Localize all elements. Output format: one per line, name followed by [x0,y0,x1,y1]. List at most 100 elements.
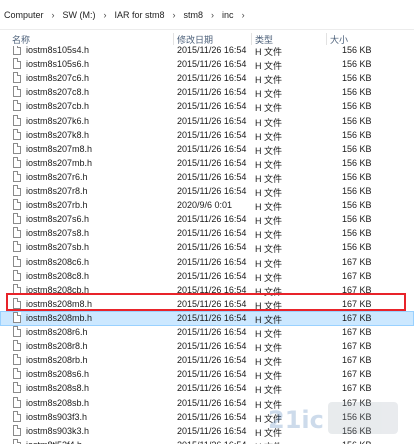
file-row[interactable]: iostm8s207m8.h 2015/11/26 16:54 H 文件 156 KB [0,142,414,157]
breadcrumb-item-inc[interactable]: inc [222,10,234,20]
file-type: H 文件 [255,343,283,354]
file-row[interactable]: iostm8s105s6.h 2015/11/26 16:54 H 文件 156 KB [0,57,414,72]
file-type: H 文件 [255,216,283,227]
file-name: iostm8s105s4.h [26,46,90,55]
breadcrumb-item-drive[interactable]: SW (M:) [63,10,96,20]
breadcrumb-item-computer[interactable]: Computer [4,10,44,20]
column-divider[interactable] [173,33,174,45]
file-row[interactable]: iostm8s207rb.h 2020/9/6 0:01 H 文件 156 KB [0,198,414,213]
file-row[interactable]: iostm8tl52f4.h 2015/11/26 16:54 H 文件 156 KB [0,438,414,444]
file-icon [13,340,21,352]
file-type: H 文件 [255,258,283,269]
file-name: iostm8s207sb.h [26,242,90,253]
file-row[interactable]: iostm8s207s6.h 2015/11/26 16:54 H 文件 156 KB [0,212,414,227]
file-type: H 文件 [255,329,283,339]
file-size: 156 KB [342,115,372,126]
file-row[interactable]: iostm8s208s6.h 2015/11/26 16:54 H 文件 167 KB [0,367,414,382]
file-name: iostm8s208s8.h [26,383,90,394]
file-icon [13,58,21,70]
file-row-selected[interactable]: iostm8s208mb.h 2015/11/26 16:54 H 文件 167 KB [0,310,414,326]
file-name: iostm8s207mb.h [26,157,93,168]
file-date: 2015/11/26 16:54 [177,186,247,196]
file-date: 2015/11/26 16:54 [177,298,247,309]
file-date: 2015/11/26 16:54 [177,46,247,55]
file-icon [13,72,21,84]
file-date: 2015/11/26 16:54 [177,101,247,112]
column-header-size[interactable]: 大小 [330,33,348,46]
file-row[interactable]: iostm8s207r6.h 2015/11/26 16:54 H 文件 156 KB [0,170,414,185]
file-name: iostm8s207rb.h [26,200,88,211]
column-divider[interactable] [251,33,252,45]
file-row[interactable]: iostm8s207r8.h 2015/11/26 16:54 H 文件 156 KB [0,184,414,199]
file-type: H 文件 [255,385,283,396]
chevron-right-icon[interactable]: › [104,10,107,20]
file-type: H 文件 [255,173,283,184]
file-size: 156 KB [342,214,372,225]
file-row[interactable]: iostm8s208sb.h 2015/11/26 16:54 H 文件 167 KB [0,396,414,411]
breadcrumb-item-iar[interactable]: IAR for stm8 [115,10,165,20]
file-type: H 文件 [255,188,283,198]
file-type: H 文件 [255,357,283,368]
file-icon [13,213,21,225]
file-row[interactable]: iostm8s903k3.h 2015/11/26 16:54 H 文件 156 KB [0,424,414,439]
chevron-right-icon[interactable]: › [211,10,214,20]
file-row[interactable]: iostm8s208c8.h 2015/11/26 16:54 H 文件 167 KB [0,269,414,284]
chevron-right-icon[interactable]: › [242,10,245,20]
file-size: 156 KB [342,186,372,196]
file-icon [13,199,21,211]
column-header-date[interactable]: 修改日期 [177,33,213,46]
file-size: 156 KB [342,425,372,436]
file-row[interactable]: iostm8s207k8.h 2015/11/26 16:54 H 文件 156 KB [0,128,414,143]
file-size: 156 KB [342,59,372,70]
column-divider[interactable] [326,33,327,45]
file-type: H 文件 [255,230,283,241]
column-header-row: 名称 修改日期 类型 大小 [0,31,414,46]
file-type: H 文件 [255,202,283,213]
file-row[interactable]: iostm8s207s8.h 2015/11/26 16:54 H 文件 156 KB [0,226,414,241]
file-row[interactable]: iostm8s207sb.h 2015/11/26 16:54 H 文件 156 KB [0,240,414,255]
file-name: iostm8s207c6.h [26,73,90,84]
file-date: 2015/11/26 16:54 [177,214,247,225]
file-name: iostm8s207s8.h [26,228,90,239]
column-header-name[interactable]: 名称 [12,33,30,46]
file-name: iostm8s207c8.h [26,87,90,98]
chevron-right-icon[interactable]: › [52,10,55,20]
file-row[interactable]: iostm8s207k6.h 2015/11/26 16:54 H 文件 156 KB [0,114,414,129]
file-date: 2015/11/26 16:54 [177,129,247,140]
file-name: iostm8s207m8.h [26,143,93,154]
column-header-type[interactable]: 类型 [255,33,273,46]
file-type: H 文件 [255,145,283,156]
file-row[interactable]: iostm8s208c6.h 2015/11/26 16:54 H 文件 167 KB [0,255,414,270]
file-row[interactable]: iostm8s903f3.h 2015/11/26 16:54 H 文件 156 KB [0,410,414,425]
file-size: 156 KB [342,411,372,422]
file-date: 2015/11/26 16:54 [177,440,246,444]
file-row[interactable]: iostm8s208r8.h 2015/11/26 16:54 H 文件 167 KB [0,339,414,354]
file-row[interactable]: iostm8s208r6.h 2015/11/26 16:54 H 文件 167 KB [0,325,414,340]
file-name: iostm8s207s6.h [26,214,90,225]
file-type: H 文件 [255,413,283,424]
file-row[interactable]: iostm8s207mb.h 2015/11/26 16:54 H 文件 156 KB [0,156,414,171]
file-type: H 文件 [255,159,283,170]
file-date: 2015/11/26 16:54 [177,383,247,394]
file-type: H 文件 [255,300,283,311]
chevron-right-icon[interactable]: › [173,10,176,20]
file-row[interactable]: iostm8s208m8.h 2015/11/26 16:54 H 文件 167 KB [0,297,414,312]
file-row[interactable]: iostm8s207c6.h 2015/11/26 16:54 H 文件 156 KB [0,71,414,86]
file-size: 167 KB [342,397,372,408]
file-row[interactable]: iostm8s208s8.h 2015/11/26 16:54 H 文件 167 KB [0,381,414,396]
file-type: H 文件 [255,314,283,325]
file-date: 2015/11/26 16:54 [177,425,247,436]
file-row[interactable]: iostm8s208cb.h 2015/11/26 16:54 H 文件 167 KB [0,283,414,298]
file-size: 167 KB [342,256,372,267]
file-name: iostm8s208c8.h [26,270,90,281]
file-icon [13,227,21,239]
file-name: iostm8s207k8.h [26,129,90,140]
file-type: H 文件 [255,75,283,86]
breadcrumb-item-stm8[interactable]: stm8 [184,10,204,20]
file-date: 2015/11/26 16:54 [177,228,247,239]
file-icon [13,100,21,112]
file-size: 167 KB [342,341,372,352]
file-row[interactable]: iostm8s207cb.h 2015/11/26 16:54 H 文件 156 KB [0,99,414,114]
file-row[interactable]: iostm8s207c8.h 2015/11/26 16:54 H 文件 156 KB [0,85,414,100]
file-row[interactable]: iostm8s208rb.h 2015/11/26 16:54 H 文件 167 KB [0,353,414,368]
